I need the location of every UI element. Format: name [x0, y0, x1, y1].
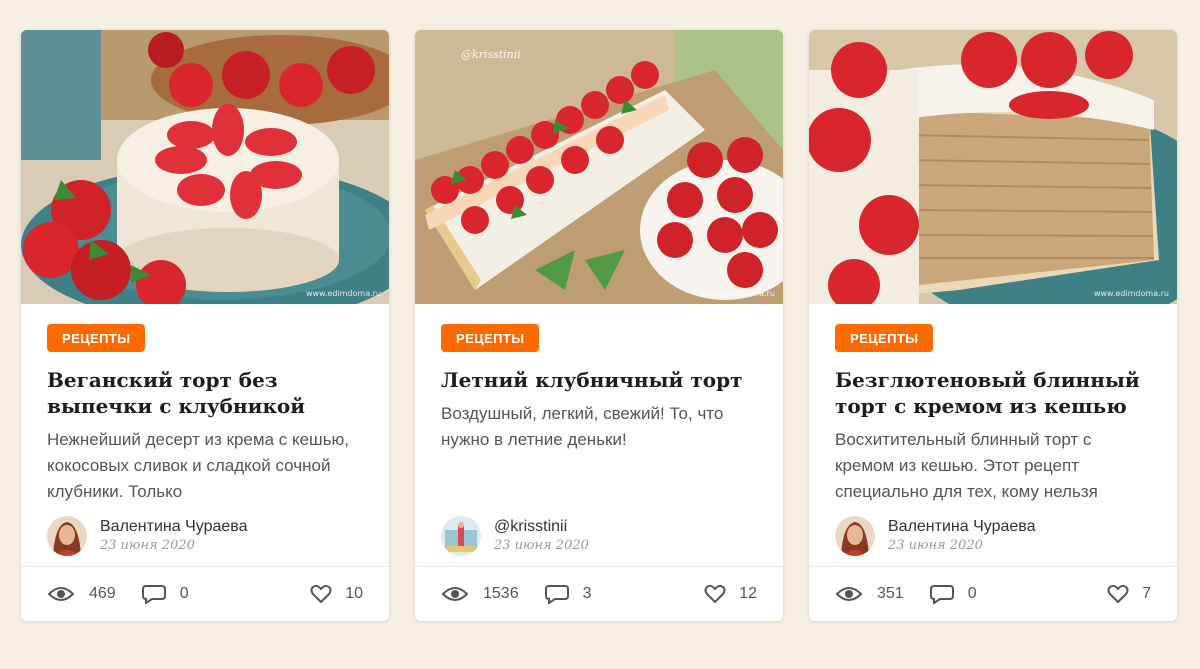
eye-icon — [47, 587, 75, 601]
recipe-photo[interactable]: www.edimdoma.ru — [21, 30, 389, 304]
author-block: Валентина Чураева 23 июня 2020 — [835, 516, 1035, 556]
photo-watermark: www.edimdoma.ru — [305, 289, 381, 298]
recipe-photo[interactable]: @krisstinii www.edimdoma.ru — [415, 30, 783, 304]
card-body: РЕЦЕПТЫ Безглютеновый блинный торт с кре… — [809, 304, 1177, 566]
gluten-free-crepe-cake-photo — [809, 30, 1177, 304]
publish-date: 23 июня 2020 — [888, 538, 983, 553]
card-stats: 469 0 10 — [21, 566, 389, 621]
eye-icon — [835, 587, 863, 601]
card-stats: 351 0 7 — [809, 566, 1177, 621]
comments-stat[interactable]: 3 — [544, 584, 592, 604]
comments-stat[interactable]: 0 — [141, 584, 189, 604]
recipe-card[interactable]: @krisstinii www.edimdoma.ru РЕЦЕПТЫ Летн… — [415, 30, 783, 621]
views-stat: 351 — [835, 585, 904, 603]
recipe-title[interactable]: Летний клубничный торт — [441, 367, 757, 393]
likes-count: 12 — [739, 585, 757, 602]
views-stat: 469 — [47, 585, 116, 603]
comments-count: 0 — [179, 585, 189, 602]
comments-stat[interactable]: 0 — [929, 584, 977, 604]
vegan-strawberry-cake-photo — [21, 30, 389, 304]
views-count: 469 — [89, 585, 116, 602]
speech-bubble-icon — [544, 585, 569, 604]
photo-watermark: www.edimdoma.ru — [1093, 289, 1169, 298]
avatar[interactable] — [441, 516, 481, 556]
recipe-title[interactable]: Веганский торт без выпечки с клубникой — [47, 367, 363, 419]
recipe-description: Воздушный, легкий, свежий! То, что нужно… — [441, 404, 724, 449]
author-block: @krisstinii 23 июня 2020 — [441, 516, 589, 556]
eye-icon — [441, 587, 469, 601]
heart-icon — [1107, 584, 1129, 603]
category-tag[interactable]: РЕЦЕПТЫ — [441, 324, 540, 352]
comments-count: 3 — [582, 585, 592, 602]
recipe-photo[interactable]: www.edimdoma.ru — [809, 30, 1177, 304]
recipe-description: Восхитительный блинный торт с кремом из … — [835, 430, 1098, 501]
photo-watermark: www.edimdoma.ru — [699, 289, 775, 298]
likes-stat[interactable]: 7 — [1107, 584, 1151, 604]
recipe-title[interactable]: Безглютеновый блинный торт с кремом из к… — [835, 367, 1151, 419]
likes-stat[interactable]: 10 — [310, 584, 363, 604]
heart-icon — [310, 584, 332, 603]
views-count: 1536 — [483, 585, 519, 602]
speech-bubble-icon — [929, 585, 954, 604]
recipe-card-grid: www.edimdoma.ru РЕЦЕПТЫ Веганский торт б… — [21, 30, 1177, 621]
comments-count: 0 — [967, 585, 977, 602]
recipe-card[interactable]: www.edimdoma.ru РЕЦЕПТЫ Веганский торт б… — [21, 30, 389, 621]
author-name[interactable]: Валентина Чураева — [888, 517, 1035, 537]
photo-watermark-top: @krisstinii — [461, 48, 521, 61]
publish-date: 23 июня 2020 — [100, 538, 195, 553]
author-name[interactable]: @krisstinii — [494, 517, 589, 537]
recipe-card[interactable]: www.edimdoma.ru РЕЦЕПТЫ Безглютеновый бл… — [809, 30, 1177, 621]
card-body: РЕЦЕПТЫ Летний клубничный торт Воздушный… — [415, 304, 783, 566]
author-name[interactable]: Валентина Чураева — [100, 517, 247, 537]
avatar[interactable] — [47, 516, 87, 556]
author-block: Валентина Чураева 23 июня 2020 — [47, 516, 247, 556]
category-tag[interactable]: РЕЦЕПТЫ — [835, 324, 934, 352]
likes-count: 7 — [1142, 585, 1151, 602]
card-stats: 1536 3 12 — [415, 566, 783, 621]
recipe-description: Нежнейший десерт из крема с кешью, кокос… — [47, 430, 350, 501]
likes-count: 10 — [345, 585, 363, 602]
views-stat: 1536 — [441, 585, 519, 603]
summer-strawberry-cake-photo — [415, 30, 783, 304]
publish-date: 23 июня 2020 — [494, 538, 589, 553]
speech-bubble-icon — [141, 585, 166, 604]
heart-icon — [704, 584, 726, 603]
category-tag[interactable]: РЕЦЕПТЫ — [47, 324, 146, 352]
card-body: РЕЦЕПТЫ Веганский торт без выпечки с клу… — [21, 304, 389, 566]
avatar[interactable] — [835, 516, 875, 556]
likes-stat[interactable]: 12 — [704, 584, 757, 604]
views-count: 351 — [877, 585, 904, 602]
